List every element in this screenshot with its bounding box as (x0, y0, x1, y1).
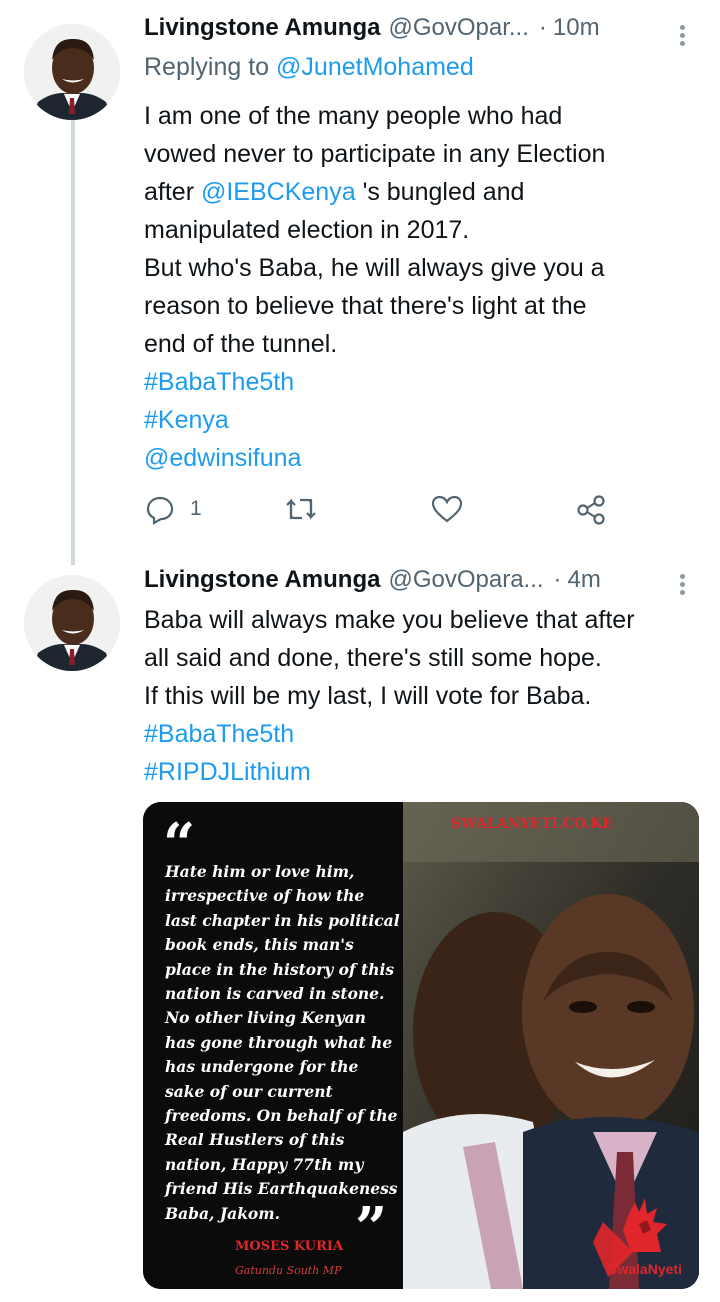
mention-link[interactable]: @IEBCKenya (201, 178, 356, 206)
mention-link[interactable]: @edwinsifuna (144, 439, 704, 477)
share-button[interactable] (574, 493, 608, 527)
tweet-timestamp[interactable]: 10m (553, 14, 600, 42)
tweet-text-line: all said and done, there's still some ho… (144, 644, 602, 672)
more-icon[interactable] (680, 571, 686, 598)
avatar[interactable] (24, 575, 120, 671)
reply-icon (146, 496, 174, 525)
tweet-actions: 1 (144, 493, 614, 533)
tweet-text: I am one of the many people who had vowe… (144, 97, 704, 477)
author-name[interactable]: Livingstone Amunga (144, 566, 380, 594)
tweet-text-line: after @IEBCKenya 's bungled and (144, 173, 704, 211)
brand-name: SwalaNyeti (608, 1261, 682, 1277)
quote-card: “ Hate him or love him, irrespective of h… (143, 802, 403, 1289)
quote-text-line: nation, Happy 77th my (165, 1154, 364, 1174)
quote-text-line: has gone through what he (165, 1032, 393, 1052)
separator-dot: · (538, 14, 547, 41)
quote-author-title: Gatundu South MP (235, 1264, 342, 1277)
share-icon (577, 495, 605, 525)
tweet-text-segment: after (144, 178, 195, 206)
tweet-text-line: end of the tunnel. (144, 330, 338, 358)
brand-logo: SwalaNyeti (605, 1194, 685, 1277)
tweet-text-segment: 's bungled and (362, 178, 525, 206)
like-button[interactable] (430, 493, 464, 525)
photo: SWALANYETI.CO.KE SwalaNyeti (403, 802, 699, 1289)
quote-text-line: place in the history of this (165, 959, 395, 979)
separator-dot: · (553, 566, 562, 593)
tweet-timestamp[interactable]: 4m (568, 566, 601, 594)
replying-to-mention[interactable]: @JunetMohamed (276, 53, 474, 81)
tweet-text-line: manipulated election in 2017. (144, 216, 470, 244)
tweet-text-line: Baba will always make you believe that a… (144, 606, 635, 634)
reply-button[interactable]: 1 (144, 493, 202, 525)
quote-text-line: last chapter in his political (165, 910, 400, 930)
author-name[interactable]: Livingstone Amunga (144, 14, 380, 42)
quote-text-line: Hate him or love him, (165, 862, 355, 881)
quote-text-line: Real Hustlers of this (165, 1130, 345, 1150)
tweet-header: Livingstone Amunga @GovOpara... · 4m (144, 566, 601, 594)
tweet-media-image[interactable]: “ Hate him or love him, irrespective of h… (143, 802, 699, 1289)
avatar[interactable] (24, 24, 120, 120)
author-handle[interactable]: @GovOpar... (388, 14, 528, 42)
quote-text-line: freedoms. On behalf of the (165, 1106, 398, 1126)
quote-text-line: No other living Kenyan (165, 1008, 366, 1028)
quote-text: Hate him or love him, irrespective of how… (165, 860, 400, 1226)
quote-text-line: book ends, this man's (165, 935, 354, 955)
retweet-icon (286, 498, 316, 520)
tweet-text: Baba will always make you believe that a… (144, 601, 704, 791)
close-quote-icon: ” (355, 1195, 388, 1261)
quote-text-line: nation is carved in stone. (165, 984, 385, 1004)
tweet-text-line: If this will be my last, I will vote for… (144, 682, 592, 710)
hashtag-link[interactable]: #RIPDJLithium (144, 753, 704, 791)
hashtag-link[interactable]: #BabaThe5th (144, 715, 704, 753)
tweet-text-line: reason to believe that there's light at … (144, 292, 587, 320)
retweet-button[interactable] (284, 493, 318, 525)
quote-author: MOSES KURIA (235, 1239, 344, 1254)
like-icon (431, 495, 463, 523)
hashtag-link[interactable]: #BabaThe5th (144, 363, 704, 401)
quote-text-line: sake of our current (165, 1081, 333, 1101)
replying-prefix: Replying to (144, 53, 270, 81)
tweet-header: Livingstone Amunga @GovOpar... · 10m (144, 14, 600, 42)
more-icon[interactable] (680, 22, 686, 49)
tweet-text-line: vowed never to participate in any Electi… (144, 140, 606, 168)
hashtag-link[interactable]: #Kenya (144, 401, 704, 439)
watermark: SWALANYETI.CO.KE (451, 816, 614, 832)
replying-to: Replying to @JunetMohamed (144, 53, 474, 82)
quote-text-line: has undergone for the (165, 1057, 359, 1077)
reply-count: 1 (190, 497, 202, 520)
tweet-text-line: I am one of the many people who had (144, 102, 563, 130)
gazelle-logo-icon (623, 1198, 667, 1252)
tweet-text-line: But who's Baba, he will always give you … (144, 254, 605, 282)
thread-connector-line (71, 120, 75, 565)
author-handle[interactable]: @GovOpara... (388, 566, 543, 594)
quote-text-line: irrespective of how the (165, 886, 365, 906)
